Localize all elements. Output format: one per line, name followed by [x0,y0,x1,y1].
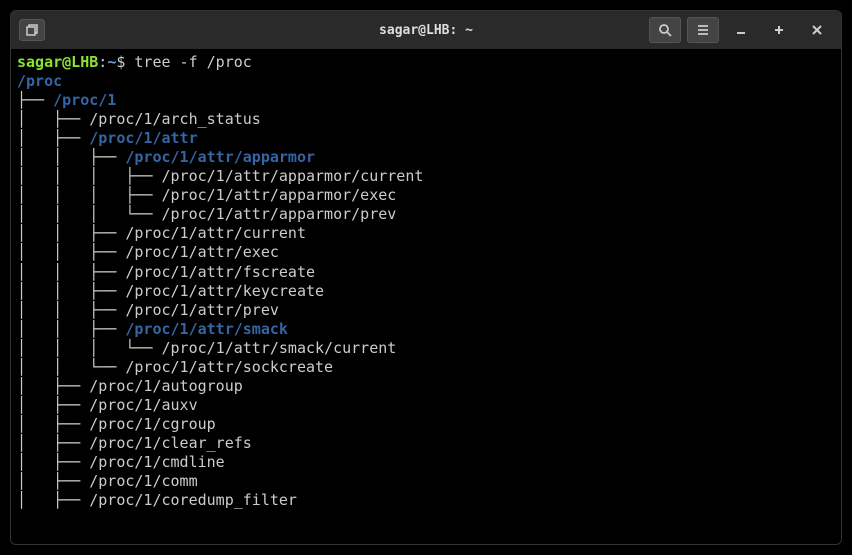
tree-file: /proc/1/autogroup [89,377,243,395]
tree-prefix: │ │ ├── [17,301,125,319]
tree-file: /proc/1/attr/apparmor/current [162,167,424,185]
tree-prefix: │ │ ├── [17,282,125,300]
tree-file: /proc/1/attr/sockcreate [125,358,333,376]
tree-line: │ ├── /proc/1/clear_refs [17,434,835,453]
tree-file: /proc/1/cgroup [89,415,215,433]
titlebar: sagar@LHB: ~ [11,11,841,49]
tree-prefix: │ │ ├── [17,148,125,166]
tree-root-line: /proc [17,72,835,91]
tree-dir: /proc/1/attr/smack [125,320,288,338]
search-button[interactable] [649,17,681,43]
tree-root: /proc [17,72,62,90]
minimize-button[interactable] [725,17,757,43]
tree-line: │ ├── /proc/1/cgroup [17,415,835,434]
tree-line: │ │ │ ├── /proc/1/attr/apparmor/exec [17,186,835,205]
tree-prefix: │ ├── [17,415,89,433]
close-icon [811,24,823,36]
tree-line: │ │ ├── /proc/1/attr/fscreate [17,263,835,282]
tree-line: │ │ │ └── /proc/1/attr/smack/current [17,339,835,358]
tree-line: │ ├── /proc/1/comm [17,472,835,491]
tree-line: │ ├── /proc/1/auxv [17,396,835,415]
tree-file: /proc/1/attr/keycreate [125,282,324,300]
prompt-sep1: : [98,53,107,71]
tree-dir: /proc/1/attr [89,129,197,147]
tree-dir: /proc/1 [53,91,116,109]
tree-prefix: │ ├── [17,377,89,395]
tree-line: │ │ │ ├── /proc/1/attr/apparmor/current [17,167,835,186]
tree-line: │ │ ├── /proc/1/attr/apparmor [17,148,835,167]
close-button[interactable] [801,17,833,43]
maximize-icon [773,24,785,36]
tree-line: │ │ ├── /proc/1/attr/exec [17,243,835,262]
new-tab-icon [25,23,39,37]
tree-line: ├── /proc/1 [17,91,835,110]
titlebar-controls [649,17,833,43]
tree-line: │ ├── /proc/1/coredump_filter [17,491,835,510]
tree-file: /proc/1/attr/current [125,224,306,242]
tree-prefix: │ ├── [17,472,89,490]
tree-file: /proc/1/attr/smack/current [162,339,397,357]
tree-dir: /proc/1/attr/apparmor [125,148,315,166]
tree-prefix: │ ├── [17,110,89,128]
tree-file: /proc/1/attr/apparmor/prev [162,205,397,223]
tree-prefix: │ │ ├── [17,320,125,338]
search-icon [658,23,672,37]
tree-file: /proc/1/coredump_filter [89,491,297,509]
window-title: sagar@LHB: ~ [379,23,473,38]
tree-file: /proc/1/attr/prev [125,301,279,319]
tree-prefix: │ │ ├── [17,224,125,242]
prompt-line: sagar@LHB:~$ tree -f /proc [17,53,835,72]
tree-file: /proc/1/attr/fscreate [125,263,315,281]
tree-line: │ │ ├── /proc/1/attr/prev [17,301,835,320]
tree-file: /proc/1/attr/exec [125,243,279,261]
tree-prefix: │ ├── [17,453,89,471]
tree-prefix: │ │ ├── [17,263,125,281]
tree-prefix: │ │ └── [17,358,125,376]
tree-prefix: │ │ │ ├── [17,186,162,204]
tree-prefix: │ │ ├── [17,243,125,261]
menu-button[interactable] [687,17,719,43]
maximize-button[interactable] [763,17,795,43]
tree-file: /proc/1/attr/apparmor/exec [162,186,397,204]
tree-lines: ├── /proc/1│ ├── /proc/1/arch_status│ ├─… [17,91,835,510]
tree-line: │ ├── /proc/1/autogroup [17,377,835,396]
minimize-icon [735,24,747,36]
tree-prefix: │ ├── [17,396,89,414]
tree-prefix: │ │ │ ├── [17,167,162,185]
tree-line: │ │ ├── /proc/1/attr/keycreate [17,282,835,301]
tree-prefix: │ ├── [17,434,89,452]
tree-prefix: ├── [17,91,53,109]
tree-prefix: │ │ │ └── [17,205,162,223]
tree-line: │ │ └── /proc/1/attr/sockcreate [17,358,835,377]
new-tab-button[interactable] [19,19,45,41]
tree-file: /proc/1/clear_refs [89,434,252,452]
command-text: tree -f /proc [134,53,251,71]
terminal-window: sagar@LHB: ~ [10,10,842,545]
tree-file: /proc/1/comm [89,472,197,490]
tree-prefix: │ │ │ └── [17,339,162,357]
terminal-output[interactable]: sagar@LHB:~$ tree -f /proc/proc├── /proc… [11,49,841,544]
tree-line: │ │ │ └── /proc/1/attr/apparmor/prev [17,205,835,224]
tree-prefix: │ ├── [17,129,89,147]
tree-file: /proc/1/cmdline [89,453,224,471]
prompt-user-host: sagar@LHB [17,53,98,71]
tree-line: │ │ ├── /proc/1/attr/smack [17,320,835,339]
prompt-sep2: $ [116,53,134,71]
hamburger-icon [696,23,710,37]
tree-line: │ ├── /proc/1/cmdline [17,453,835,472]
tree-file: /proc/1/auxv [89,396,197,414]
tree-line: │ ├── /proc/1/arch_status [17,110,835,129]
tree-line: │ │ ├── /proc/1/attr/current [17,224,835,243]
tree-file: /proc/1/arch_status [89,110,261,128]
prompt-path: ~ [107,53,116,71]
tree-line: │ ├── /proc/1/attr [17,129,835,148]
tree-prefix: │ ├── [17,491,89,509]
